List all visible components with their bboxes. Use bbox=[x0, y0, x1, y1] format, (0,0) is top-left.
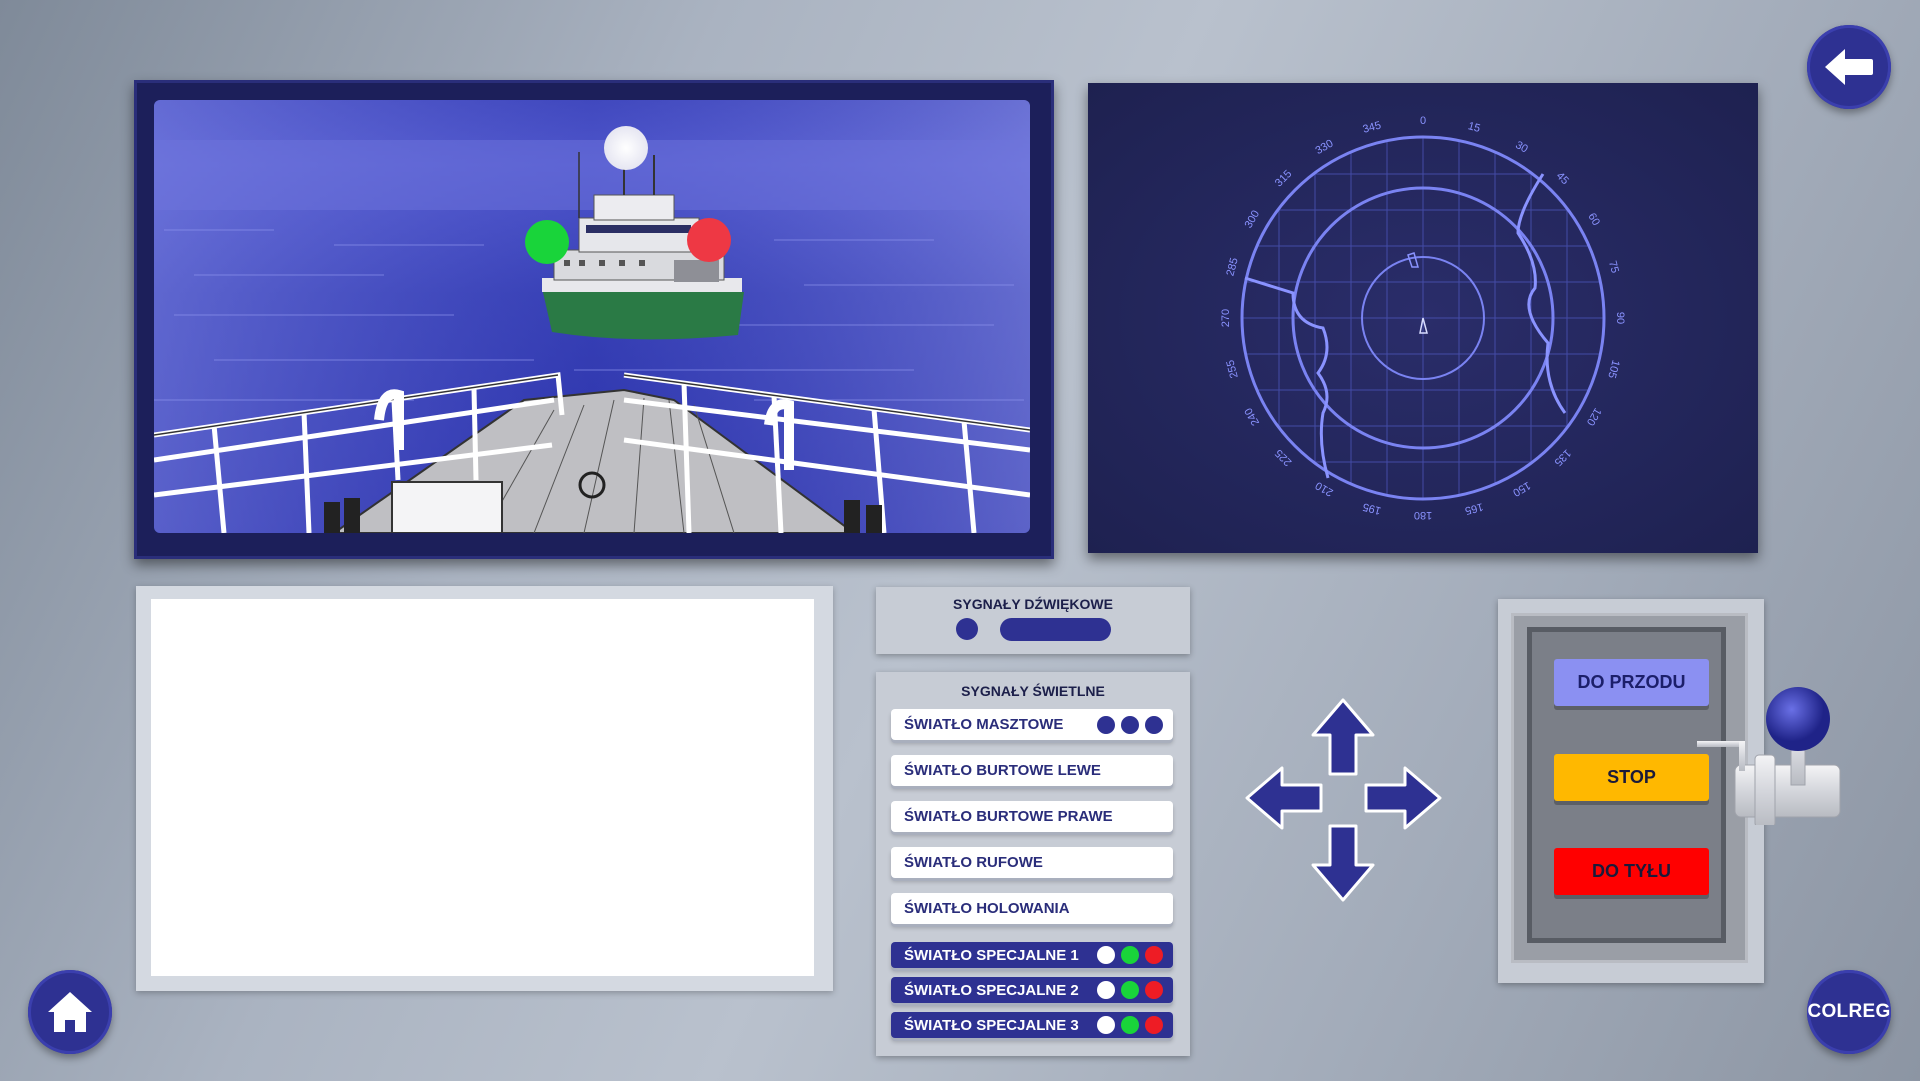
masthead-light-label: ŚWIATŁO MASZTOWE bbox=[904, 716, 1064, 733]
special-3-red-dot[interactable] bbox=[1145, 1016, 1163, 1034]
stern-light-label: ŚWIATŁO RUFOWE bbox=[904, 854, 1043, 871]
light-signals-panel: SYGNAŁY ŚWIETLNE ŚWIATŁO MASZTOWE ŚWIATŁ… bbox=[876, 672, 1190, 1056]
special-1-green-dot[interactable] bbox=[1121, 946, 1139, 964]
bearing-label: 345 bbox=[1362, 119, 1383, 135]
bearing-label: 165 bbox=[1464, 500, 1485, 516]
special-light-1-label: ŚWIATŁO SPECJALNE 1 bbox=[904, 946, 1079, 964]
red-light bbox=[687, 218, 731, 262]
camera-view-frame bbox=[134, 80, 1054, 559]
arrow-left-icon[interactable] bbox=[1244, 765, 1324, 831]
stern-light-button[interactable]: ŚWIATŁO RUFOWE bbox=[891, 847, 1173, 878]
info-panel bbox=[136, 586, 833, 991]
special-light-3-label: ŚWIATŁO SPECJALNE 3 bbox=[904, 1016, 1079, 1034]
sea-scene bbox=[154, 100, 1030, 533]
special-2-green-dot[interactable] bbox=[1121, 981, 1139, 999]
special-2-red-dot[interactable] bbox=[1145, 981, 1163, 999]
masthead-light bbox=[604, 126, 648, 170]
light-signals-title: SYGNAŁY ŚWIETLNE bbox=[961, 683, 1105, 699]
special-2-white-dot[interactable] bbox=[1097, 981, 1115, 999]
bearing-label: 315 bbox=[1273, 168, 1294, 189]
masthead-dot-1 bbox=[1097, 716, 1115, 734]
colreg-label: COLREG bbox=[1807, 1001, 1891, 1022]
bearing-label: 135 bbox=[1552, 447, 1573, 468]
radar-scope: 0 15 30 45 60 75 90 105 120 135 150 165 180 195 210 225… bbox=[1220, 115, 1626, 521]
bearing-label: 120 bbox=[1584, 406, 1604, 428]
side-light-right-button[interactable]: ŚWIATŁO BURTOWE PRAWE bbox=[891, 801, 1173, 832]
bearing-label: 75 bbox=[1606, 260, 1621, 275]
bearing-label: 300 bbox=[1243, 209, 1263, 231]
bearing-label: 0 bbox=[1420, 115, 1426, 127]
bearing-label: 225 bbox=[1273, 447, 1294, 468]
green-light bbox=[525, 220, 569, 264]
special-1-white-dot[interactable] bbox=[1097, 946, 1115, 964]
arrow-right-icon[interactable] bbox=[1363, 765, 1443, 831]
bearing-label: 180 bbox=[1414, 509, 1432, 521]
camera-view bbox=[154, 100, 1030, 533]
colreg-button[interactable]: COLREG bbox=[1807, 970, 1891, 1054]
home-button[interactable] bbox=[28, 970, 112, 1054]
info-text-area bbox=[151, 599, 814, 976]
masthead-dot-3 bbox=[1145, 716, 1163, 734]
special-light-2-button[interactable]: ŚWIATŁO SPECJALNE 2 bbox=[891, 977, 1173, 1003]
bearing-label: 30 bbox=[1513, 139, 1530, 156]
telegraph-lever[interactable] bbox=[1697, 685, 1842, 825]
towing-light-button[interactable]: ŚWIATŁO HOLOWANIA bbox=[891, 893, 1173, 924]
radar-display: 0 15 30 45 60 75 90 105 120 135 150 165 180 195 210 225… bbox=[1088, 83, 1758, 553]
special-1-red-dot[interactable] bbox=[1145, 946, 1163, 964]
side-light-right-label: ŚWIATŁO BURTOWE PRAWE bbox=[904, 808, 1113, 825]
reverse-button[interactable]: DO TYŁU bbox=[1554, 848, 1709, 895]
bearing-label: 285 bbox=[1224, 257, 1240, 278]
home-icon bbox=[48, 992, 92, 1032]
special-3-white-dot[interactable] bbox=[1097, 1016, 1115, 1034]
side-light-left-label: ŚWIATŁO BURTOWE LEWE bbox=[904, 762, 1101, 779]
bearing-label: 90 bbox=[1614, 312, 1626, 324]
special-3-green-dot[interactable] bbox=[1121, 1016, 1139, 1034]
bearing-label: 45 bbox=[1554, 170, 1571, 187]
masthead-dot-2 bbox=[1121, 716, 1139, 734]
special-light-2-label: ŚWIATŁO SPECJALNE 2 bbox=[904, 981, 1079, 999]
arrow-down-icon[interactable] bbox=[1310, 823, 1376, 903]
bearing-label: 330 bbox=[1314, 138, 1336, 158]
bearing-label: 270 bbox=[1220, 309, 1232, 327]
special-light-3-button[interactable]: ŚWIATŁO SPECJALNE 3 bbox=[891, 1012, 1173, 1038]
bearing-label: 105 bbox=[1605, 359, 1621, 380]
arrow-left-icon bbox=[1825, 49, 1873, 85]
bearing-label: 240 bbox=[1243, 406, 1263, 428]
stop-button[interactable]: STOP bbox=[1554, 754, 1709, 801]
long-blast-button[interactable] bbox=[1000, 618, 1111, 641]
sound-signals-panel: SYGNAŁY DŹWIĘKOWE bbox=[876, 587, 1190, 654]
back-button[interactable] bbox=[1807, 25, 1891, 109]
short-blast-button[interactable] bbox=[956, 618, 978, 640]
masthead-light-button[interactable]: ŚWIATŁO MASZTOWE bbox=[891, 709, 1173, 740]
bearing-label: 195 bbox=[1362, 500, 1383, 516]
bearing-label: 60 bbox=[1585, 211, 1602, 228]
bearing-label: 150 bbox=[1511, 479, 1533, 499]
bearing-label: 15 bbox=[1467, 120, 1482, 135]
bearing-label: 210 bbox=[1314, 479, 1336, 499]
forward-button[interactable]: DO PRZODU bbox=[1554, 659, 1709, 706]
towing-light-label: ŚWIATŁO HOLOWANIA bbox=[904, 900, 1070, 917]
side-light-left-button[interactable]: ŚWIATŁO BURTOWE LEWE bbox=[891, 755, 1173, 786]
sound-signals-title: SYGNAŁY DŹWIĘKOWE bbox=[953, 596, 1113, 612]
special-light-1-button[interactable]: ŚWIATŁO SPECJALNE 1 bbox=[891, 942, 1173, 968]
bearing-label: 255 bbox=[1224, 359, 1240, 380]
